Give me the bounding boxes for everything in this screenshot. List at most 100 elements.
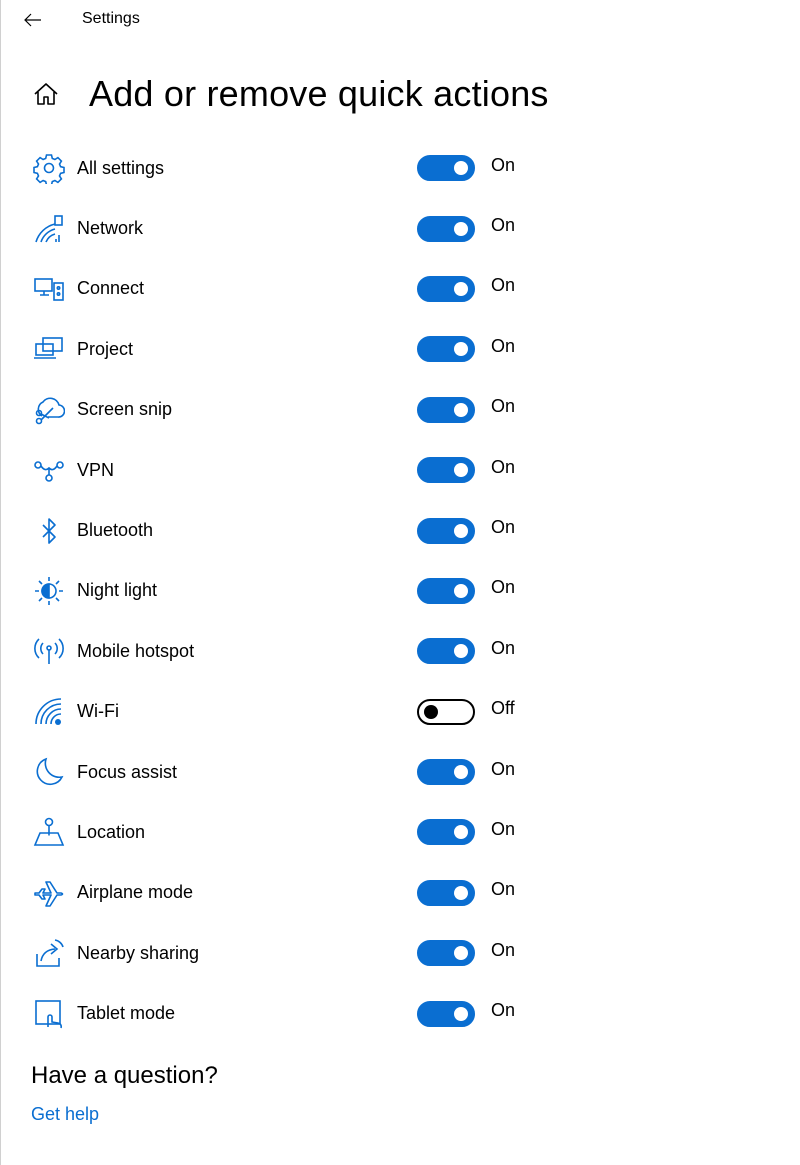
toggle-knob [424,704,438,719]
back-arrow-icon [24,13,42,27]
toggle-connect[interactable]: On [417,275,515,302]
settings-window: Settings Add or remove quick actions All… [0,0,800,1165]
help-heading: Have a question? [31,1062,218,1089]
quick-action-label: Bluetooth [77,520,154,541]
toggle-bluetooth[interactable]: On [417,517,516,544]
quick-action-label: Screen snip [77,399,173,420]
toggle-knob [454,221,468,236]
toggle-knob [454,885,468,900]
toggle-switch[interactable] [417,1000,475,1027]
location-icon [31,814,67,850]
quick-action-label: Connect [77,278,145,299]
nearby-sharing-icon [31,935,67,971]
toggle-wi-fi[interactable]: Off [417,698,515,725]
toggle-switch[interactable] [417,457,475,484]
quick-action-row-vpn: VPN On [31,440,591,500]
toggle-location[interactable]: On [417,818,516,846]
toggle-knob [454,281,468,296]
toggle-state-label: On [491,456,516,477]
quick-action-label: Focus assist [77,761,178,782]
toggle-state-label: On [491,879,516,900]
quick-action-label: Mobile hotspot [77,640,195,661]
quick-action-label: Airplane mode [77,882,194,903]
toggle-knob [454,523,468,538]
quick-action-row-tablet-mode: Tablet mode On [31,983,591,1043]
toggle-state-label: Off [491,698,515,719]
quick-action-label: VPN [77,459,115,480]
toggle-switch[interactable] [417,759,475,786]
quick-action-row-nearby-sharing: Nearby sharing On [31,923,591,983]
toggle-mobile-hotspot[interactable]: On [417,637,516,665]
toggle-switch[interactable] [417,638,475,665]
toggle-switch[interactable] [417,517,475,544]
toggle-nearby-sharing[interactable]: On [417,939,516,967]
wifi-icon [31,694,67,730]
toggle-network[interactable]: On [417,215,516,242]
toggle-switch[interactable] [417,155,475,182]
quick-action-label: Nearby sharing [77,942,200,963]
quick-action-label: Location [77,821,146,842]
toggle-knob [454,342,468,357]
quick-action-row-mobile-hotspot: Mobile hotspot On [31,621,591,681]
toggle-state-label: On [491,517,516,538]
toggle-switch[interactable] [417,940,475,967]
page-header: Add or remove quick actions [31,70,549,118]
toggle-switch[interactable] [417,215,475,242]
toggle-knob [454,402,468,417]
night-light-icon [31,573,67,609]
quick-action-row-all-settings: All settings On [31,138,591,198]
toggle-all-settings[interactable]: On [417,154,516,182]
quick-action-row-airplane-mode: Airplane mode On [31,863,591,923]
toggle-night-light[interactable]: On [417,577,516,604]
screen-snip-icon [31,392,67,428]
vpn-icon [31,452,67,488]
quick-action-row-night-light: Night light On [31,561,591,621]
quick-action-row-network: Network On [31,198,591,258]
quick-action-row-focus-assist: Focus assist On [31,742,591,802]
quick-action-label: Project [77,338,134,359]
toggle-screen-snip[interactable]: On [417,396,516,423]
app-title: Settings [82,10,140,27]
toggle-knob [454,765,468,780]
toggle-knob [454,644,468,659]
toggle-switch[interactable] [417,879,475,906]
toggle-state-label: On [491,335,516,356]
back-button[interactable] [19,6,47,34]
toggle-project[interactable]: On [417,335,516,363]
connect-icon [31,271,67,307]
toggle-switch[interactable] [417,698,475,725]
project-icon [31,331,67,367]
toggle-switch[interactable] [417,275,475,302]
quick-actions-list: All settings On Network On Connect On Project O… [31,138,591,1044]
quick-action-label: Network [77,218,144,239]
toggle-vpn[interactable]: On [417,456,516,484]
toggle-switch[interactable] [417,396,475,423]
quick-action-row-location: Location On [31,802,591,862]
quick-action-row-screen-snip: Screen snip On [31,380,591,440]
toggle-state-label: On [491,577,516,598]
toggle-knob [454,463,468,478]
toggle-state-label: On [491,818,516,839]
toggle-state-label: On [491,215,516,236]
toggle-switch[interactable] [417,819,475,846]
home-button[interactable] [31,79,61,109]
toggle-tablet-mode[interactable]: On [417,1000,515,1027]
toggle-airplane-mode[interactable]: On [417,879,516,906]
toggle-state-label: On [491,758,516,779]
quick-action-row-wi-fi: Wi-Fi Off [31,682,591,742]
toggle-knob [454,161,468,176]
toggle-state-label: On [491,396,516,417]
toggle-switch[interactable] [417,577,475,604]
toggle-switch[interactable] [417,336,475,363]
tablet-mode-icon [31,996,67,1032]
airplane-icon [31,875,67,911]
get-help-link[interactable]: Get help [31,1104,99,1124]
toggle-state-label: On [491,154,516,175]
toggle-state-label: On [491,939,516,960]
help-section: Have a question? Get help [31,1062,218,1125]
toggle-focus-assist[interactable]: On [417,758,516,786]
quick-action-row-bluetooth: Bluetooth On [31,500,591,560]
toggle-knob [454,583,468,598]
page-title: Add or remove quick actions [89,73,549,114]
toggle-state-label: On [491,637,516,658]
